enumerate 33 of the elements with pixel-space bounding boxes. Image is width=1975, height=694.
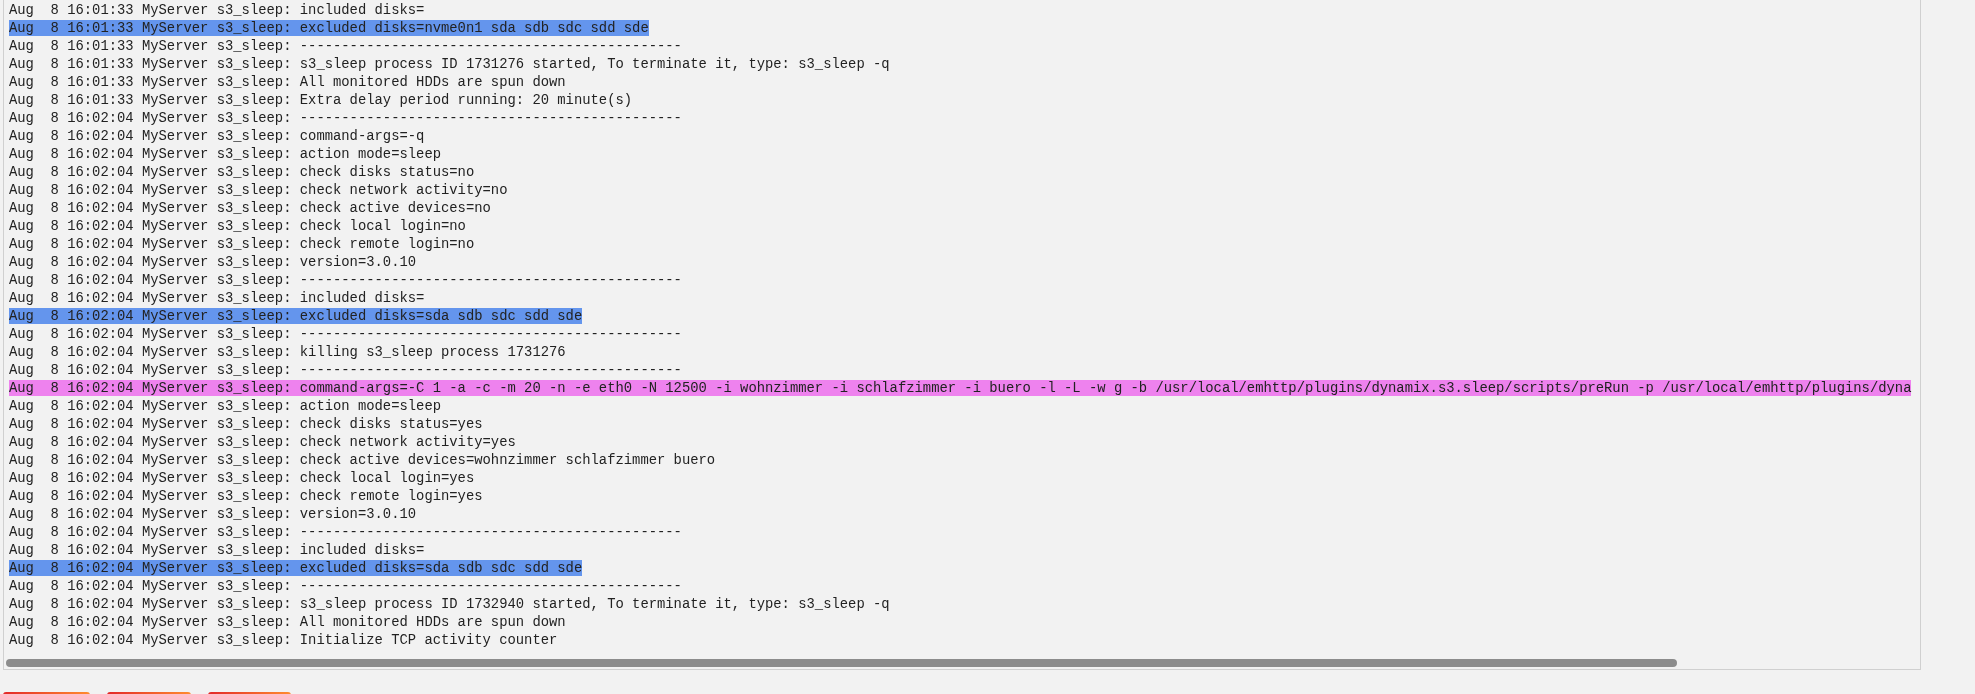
log-line: Aug 8 16:02:04 MyServer s3_sleep: included disks= [9, 542, 425, 558]
log-line: Aug 8 16:01:33 MyServer s3_sleep: Extra delay period running: 20 minute(s) [9, 92, 633, 108]
log-line: Aug 8 16:02:04 MyServer s3_sleep: All monitored HDDs are spun down [9, 614, 566, 630]
log-line: Aug 8 16:02:04 MyServer s3_sleep: s3_sleep process ID 1732940 started, To terminate it, type: s3_sleep -q [9, 596, 890, 612]
log-line: Aug 8 16:02:04 MyServer s3_sleep: check network activity=no [9, 182, 508, 198]
log-line: Aug 8 16:02:04 MyServer s3_sleep: version=3.0.10 [9, 506, 417, 522]
log-line: Aug 8 16:02:04 MyServer s3_sleep: check local login=no [9, 218, 466, 234]
log-line: Aug 8 16:01:33 MyServer s3_sleep: ---------------------------------------------- [9, 38, 682, 54]
log-line: Aug 8 16:02:04 MyServer s3_sleep: check disks status=yes [9, 416, 483, 432]
log-line: Aug 8 16:01:33 MyServer s3_sleep: All monitored HDDs are spun down [9, 74, 566, 90]
log-line: Aug 8 16:02:04 MyServer s3_sleep: check network activity=yes [9, 434, 516, 450]
log-line: Aug 8 16:02:04 MyServer s3_sleep: ---------------------------------------------- [9, 110, 682, 126]
log-line: Aug 8 16:02:04 MyServer s3_sleep: check remote login=no [9, 236, 475, 252]
log-line: Aug 8 16:02:04 MyServer s3_sleep: version=3.0.10 [9, 254, 417, 270]
log-line: Aug 8 16:02:04 MyServer s3_sleep: check disks status=no [9, 164, 475, 180]
log-line: Aug 8 16:02:04 MyServer s3_sleep: ---------------------------------------------- [9, 326, 682, 342]
log-line: Aug 8 16:02:04 MyServer s3_sleep: included disks= [9, 290, 425, 306]
log-line: Aug 8 16:02:04 MyServer s3_sleep: ---------------------------------------------- [9, 524, 682, 540]
log-line: Aug 8 16:02:04 MyServer s3_sleep: Initialize TCP activity counter [9, 632, 558, 648]
log-line: Aug 8 16:02:04 MyServer s3_sleep: action mode=sleep [9, 146, 441, 162]
log-line: Aug 8 16:02:04 MyServer s3_sleep: command-args=-q [9, 128, 425, 144]
log-line: Aug 8 16:02:04 MyServer s3_sleep: ---------------------------------------------- [9, 362, 682, 378]
scrollbar-thumb[interactable] [6, 659, 1677, 667]
log-line: Aug 8 16:02:04 MyServer s3_sleep: check local login=yes [9, 470, 475, 486]
log-line: Aug 8 16:02:04 MyServer s3_sleep: check active devices=wohnzimmer schlafzimmer buero [9, 452, 716, 468]
log-line: Aug 8 16:02:04 MyServer s3_sleep: check active devices=no [9, 200, 491, 216]
log-line: Aug 8 16:02:04 MyServer s3_sleep: ---------------------------------------------- [9, 272, 682, 288]
log-line: Aug 8 16:02:04 MyServer s3_sleep: action mode=sleep [9, 398, 441, 414]
log-line: Aug 8 16:02:04 MyServer s3_sleep: check remote login=yes [9, 488, 483, 504]
log-line: Aug 8 16:01:33 MyServer s3_sleep: s3_sleep process ID 1731276 started, To terminate it, type: s3_sleep -q [9, 56, 890, 72]
log-line: Aug 8 16:02:04 MyServer s3_sleep: ---------------------------------------------- [9, 578, 682, 594]
log-line: Aug 8 16:01:33 MyServer s3_sleep: included disks= [9, 2, 425, 18]
log-line: Aug 8 16:02:04 MyServer s3_sleep: killing s3_sleep process 1731276 [9, 344, 566, 360]
